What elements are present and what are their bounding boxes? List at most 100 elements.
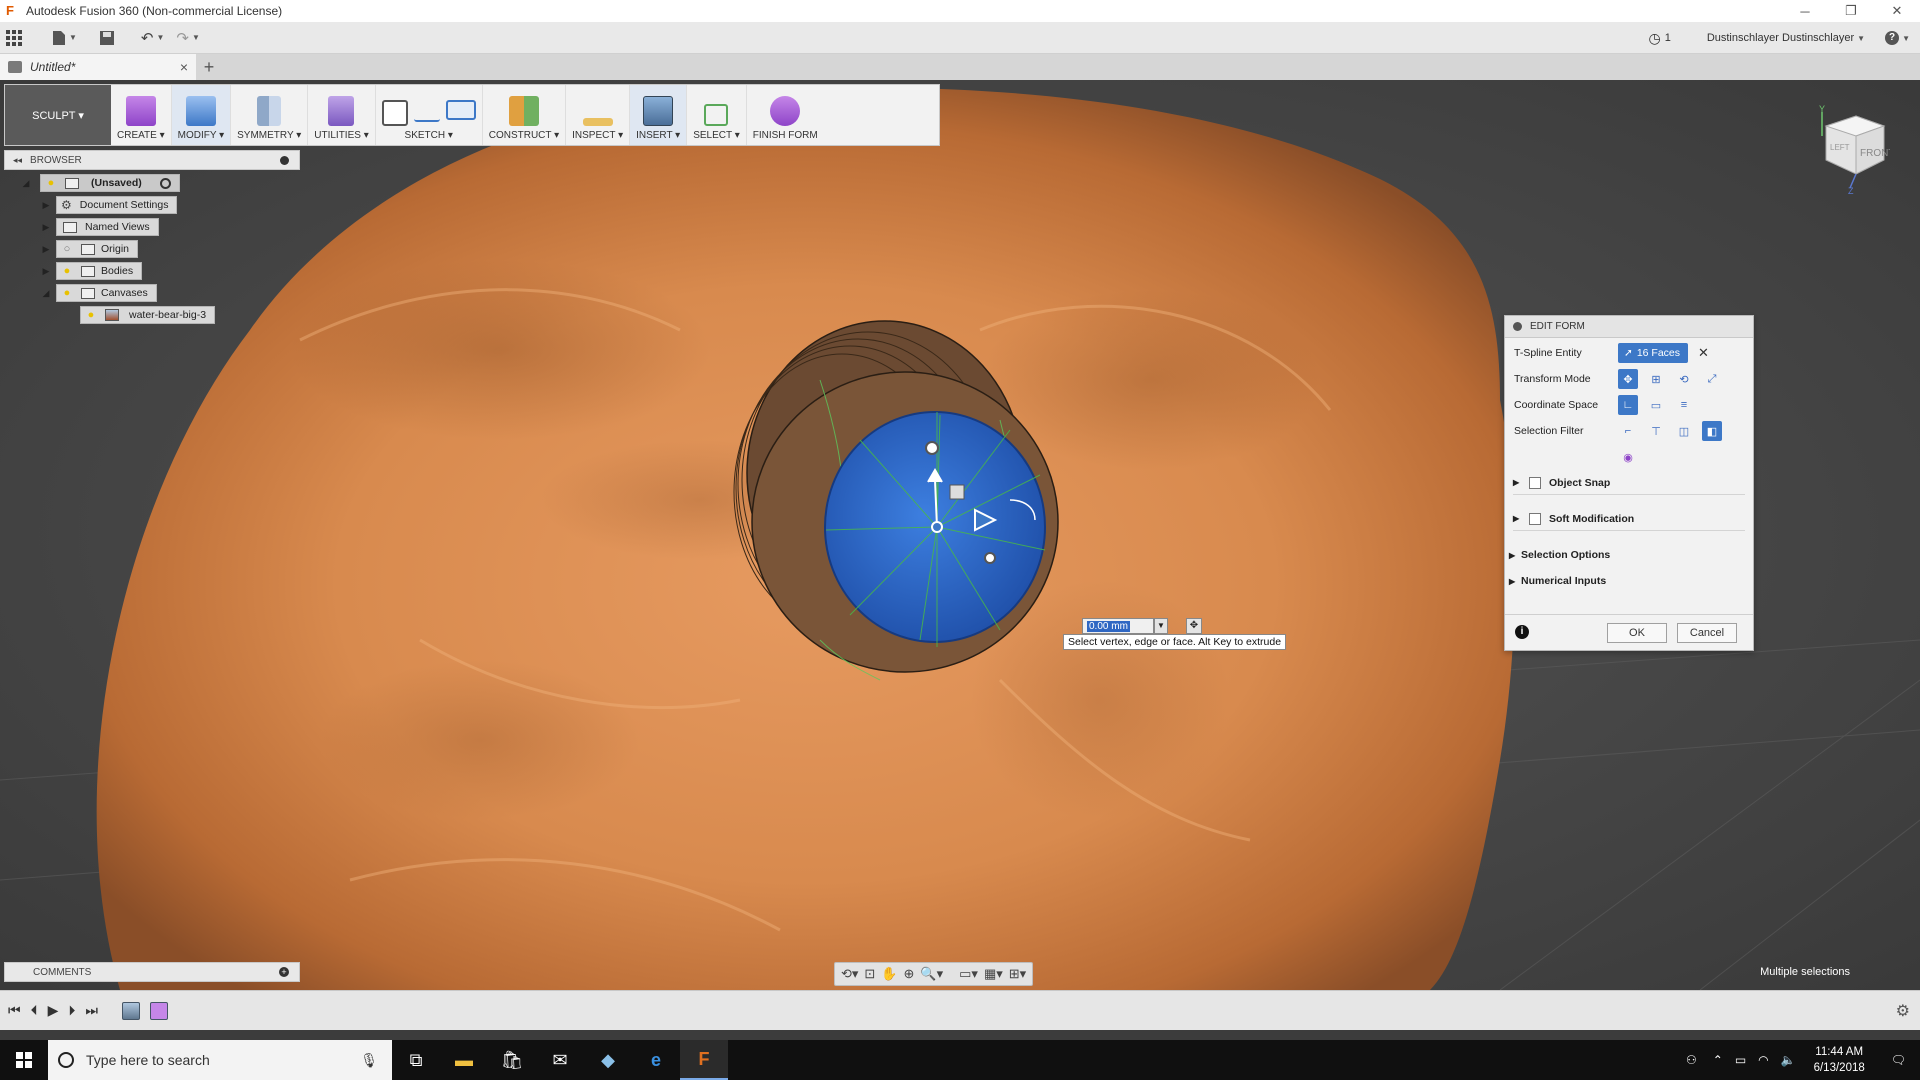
step-back-icon[interactable]: ⏴ (31, 1002, 38, 1019)
rotate-icon[interactable]: ⟲ (1674, 369, 1694, 389)
play-icon[interactable]: ▶ (48, 1002, 59, 1019)
task-view-button[interactable]: ⧉ (392, 1040, 440, 1080)
construct-menu[interactable]: CONSTRUCT ▾ (483, 85, 567, 145)
utilities-menu[interactable]: UTILITIES ▾ (308, 85, 376, 145)
sketch-menu[interactable]: SKETCH ▾ (376, 85, 483, 145)
new-tab-button[interactable]: + (196, 54, 222, 80)
battery-icon[interactable]: ▭ (1729, 1053, 1752, 1067)
vertex-filter-icon[interactable]: ⌐ (1618, 421, 1638, 441)
browser-header[interactable]: ◂◂ BROWSER (4, 150, 300, 170)
inspect-menu[interactable]: INSPECT ▾ (566, 85, 631, 145)
pin-icon[interactable] (280, 155, 289, 165)
visibility-bulb-icon[interactable]: ○ (60, 242, 74, 256)
clear-selection-icon[interactable]: ✕ (1698, 345, 1709, 361)
selection-options-section[interactable]: ▶ Selection Options (1509, 543, 1741, 567)
collapsed-icon[interactable]: ▶ (40, 222, 52, 233)
collapsed-icon[interactable]: ▶ (40, 200, 52, 211)
tree-item-bodies[interactable]: ▶ ● Bodies (20, 260, 300, 282)
mail-button[interactable]: ✉ (536, 1040, 584, 1080)
select-menu[interactable]: SELECT ▾ (687, 85, 747, 145)
fusion-taskbar-button[interactable]: F (680, 1040, 728, 1080)
chevron-down-icon[interactable]: ▼ (1154, 618, 1168, 634)
collapsed-icon[interactable]: ▶ (40, 266, 52, 277)
pan-icon[interactable]: ✋ (881, 966, 897, 982)
numerical-inputs-section[interactable]: ▶ Numerical Inputs (1509, 569, 1741, 593)
orbit-icon[interactable]: ⟲▾ (841, 966, 858, 982)
visibility-bulb-icon[interactable]: ● (84, 308, 98, 322)
save-button[interactable] (93, 26, 121, 50)
display-settings-icon[interactable]: ▭▾ (959, 966, 978, 982)
distance-input[interactable]: 0.00 mm (1082, 618, 1154, 634)
undo-button[interactable]: ↶ ▼ (135, 26, 171, 50)
local-space-icon[interactable]: ≡ (1674, 395, 1694, 415)
look-at-icon[interactable]: ⊡ (864, 966, 875, 982)
tree-item-canvas-image[interactable]: ● water-bear-big-3 (20, 304, 300, 326)
tree-item-canvases[interactable]: ◢ ● Canvases (20, 282, 300, 304)
expanded-icon[interactable]: ◢ (20, 178, 32, 189)
app-button[interactable]: ◆ (584, 1040, 632, 1080)
tree-root[interactable]: ◢ ● (Unsaved) (20, 172, 300, 194)
chevron-up-icon[interactable]: ⌃ (1707, 1053, 1729, 1067)
job-status-button[interactable]: ◷ 1 (1638, 30, 1680, 47)
restore-button[interactable]: ❐ (1828, 0, 1874, 22)
object-snap-section[interactable]: ▶ Object Snap (1513, 471, 1745, 495)
microphone-icon[interactable]: 🎙 (360, 1052, 378, 1069)
workspace-switcher[interactable]: SCULPT ▾ (5, 85, 111, 145)
document-tab[interactable]: Untitled* × (0, 54, 196, 80)
go-to-end-icon[interactable]: ⏭ (85, 1002, 98, 1019)
soft-modification-section[interactable]: ▶ Soft Modification (1513, 507, 1745, 531)
info-icon[interactable]: i (1515, 625, 1529, 639)
collapsed-icon[interactable]: ▶ (40, 244, 52, 255)
data-panel-button[interactable] (0, 26, 28, 50)
redo-button[interactable]: ↷ ▼ (170, 26, 206, 50)
zoom-icon[interactable]: ⊕ (904, 966, 915, 982)
viewports-icon[interactable]: ⊞▾ (1009, 966, 1026, 982)
create-menu[interactable]: CREATE ▾ (111, 85, 172, 145)
view-cube[interactable]: Y FRONT LEFT Z (1810, 104, 1894, 196)
symmetry-menu[interactable]: SYMMETRY ▾ (231, 85, 309, 145)
scale-icon[interactable]: ⤢ (1702, 369, 1722, 389)
edit-form-header[interactable]: EDIT FORM (1505, 316, 1753, 338)
ok-button[interactable]: OK (1607, 623, 1667, 643)
system-clock[interactable]: 11:44 AM 6/13/2018 (1802, 1044, 1877, 1076)
comments-header[interactable]: COMMENTS + (4, 962, 300, 982)
multi-transform-icon[interactable]: ✥ (1618, 369, 1638, 389)
cancel-button[interactable]: Cancel (1677, 623, 1737, 643)
fit-icon[interactable]: 🔍▾ (920, 966, 943, 982)
tree-item-origin[interactable]: ▶ ○ Origin (20, 238, 300, 260)
soft-modification-checkbox[interactable] (1529, 512, 1541, 525)
file-menu-button[interactable]: ▼ (46, 26, 83, 50)
help-button[interactable]: ? ▼ (1875, 31, 1920, 45)
expanded-icon[interactable]: ◢ (40, 288, 52, 299)
all-filter-icon[interactable]: ◧ (1702, 421, 1722, 441)
body-filter-icon[interactable]: ◉ (1618, 447, 1638, 467)
file-explorer-button[interactable]: ▬ (440, 1040, 488, 1080)
move-icon[interactable]: ✥ (1186, 618, 1202, 634)
world-space-icon[interactable]: ∟ (1618, 395, 1638, 415)
edge-button[interactable]: e (632, 1040, 680, 1080)
tree-item-named-views[interactable]: ▶ Named Views (20, 216, 300, 238)
add-comment-icon[interactable]: + (279, 967, 289, 977)
close-tab-button[interactable]: × (180, 59, 188, 75)
step-forward-icon[interactable]: ⏵ (68, 1002, 75, 1019)
close-window-button[interactable]: ✕ (1874, 0, 1920, 22)
wifi-icon[interactable]: ◠ (1752, 1053, 1774, 1067)
go-to-start-icon[interactable]: ⏮ (8, 1002, 21, 1019)
object-snap-checkbox[interactable] (1529, 476, 1541, 489)
modify-menu[interactable]: MODIFY ▾ (171, 85, 232, 145)
visibility-bulb-icon[interactable]: ● (44, 176, 58, 190)
collapse-dialog-icon[interactable] (1513, 322, 1522, 331)
grid-settings-icon[interactable]: ▦▾ (984, 966, 1003, 982)
canvas-feature-icon[interactable] (122, 1001, 140, 1020)
face-filter-icon[interactable]: ◫ (1674, 421, 1694, 441)
finish-form-button[interactable]: FINISH FORM (747, 85, 824, 145)
tspline-entity-selector[interactable]: ➚ 16 Faces (1618, 343, 1688, 363)
gear-icon[interactable]: ⚙ (1896, 1001, 1910, 1021)
visibility-bulb-icon[interactable]: ● (60, 264, 74, 278)
form-feature-icon[interactable] (150, 1001, 168, 1020)
view-space-icon[interactable]: ▭ (1646, 395, 1666, 415)
taskbar-search[interactable]: Type here to search 🎙 (48, 1040, 392, 1080)
minimize-button[interactable]: ─ (1782, 0, 1828, 22)
translate-icon[interactable]: ⊞ (1646, 369, 1666, 389)
insert-menu[interactable]: INSERT ▾ (630, 85, 688, 145)
